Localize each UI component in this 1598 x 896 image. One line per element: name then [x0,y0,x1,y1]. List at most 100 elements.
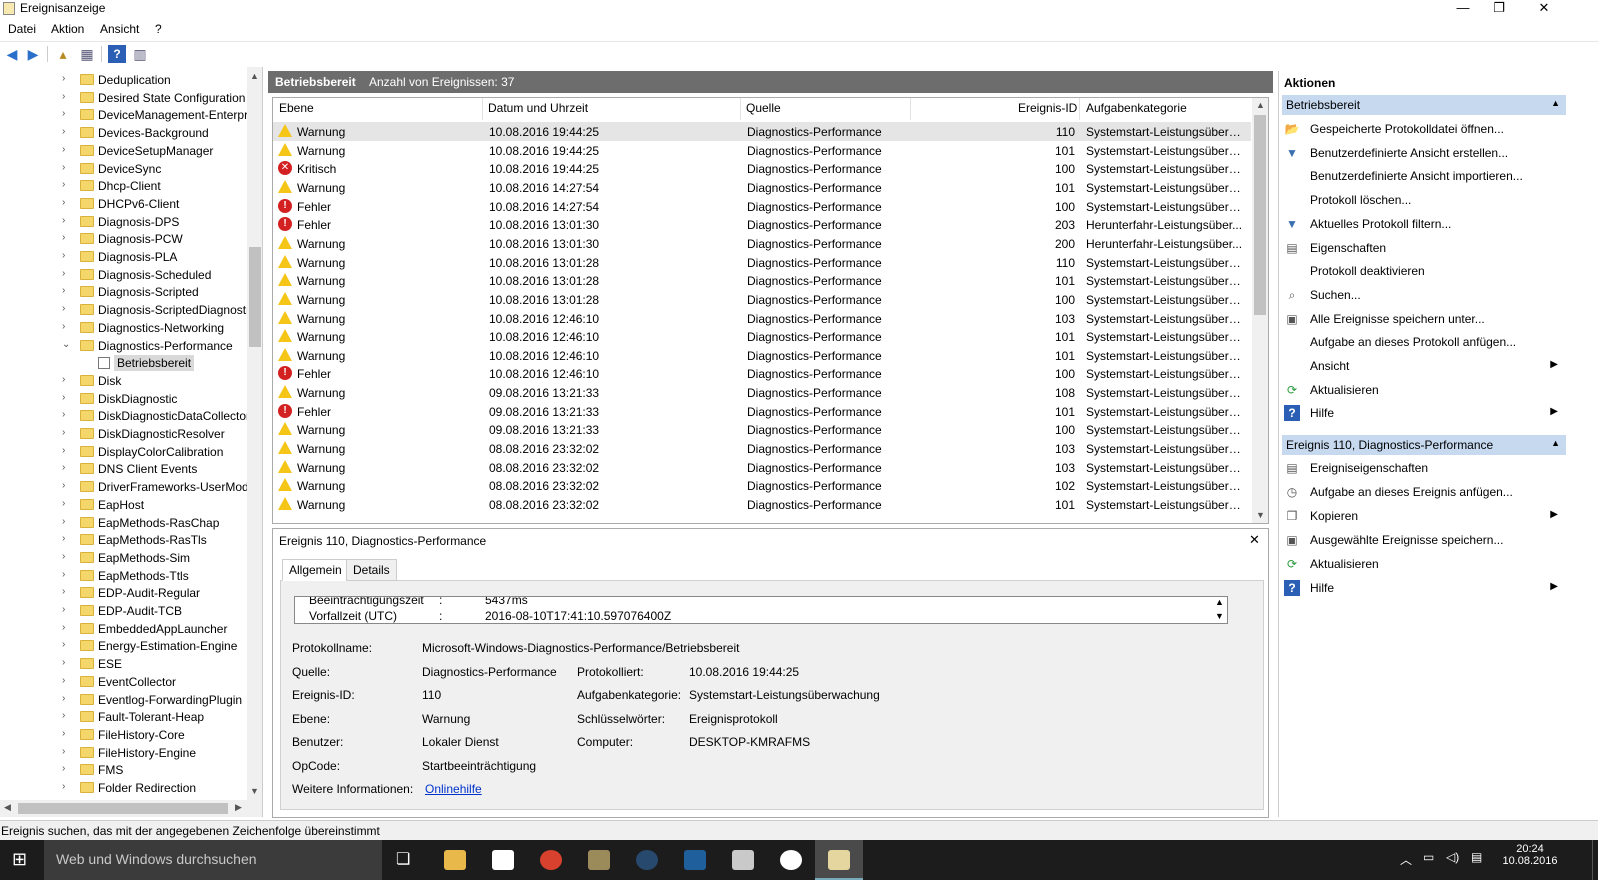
up-folder-icon[interactable]: ▴ [54,45,72,63]
scroll-left-icon[interactable]: ◀ [4,802,11,813]
action-item[interactable]: ▼ Aktuelles Protokoll filtern... [1282,213,1566,235]
table-row[interactable]: Warnung 08.08.2016 23:32:02 Diagnostics-Pe… [273,476,1251,495]
table-row[interactable]: Warnung 09.08.2016 13:21:33 Diagnostics-Pe… [273,420,1251,439]
chevron-right-icon[interactable]: › [62,268,65,279]
chevron-right-icon[interactable]: › [62,427,65,438]
show-desktop-button[interactable] [1592,840,1598,880]
tree-item[interactable]: › Diagnosis-PLA [0,248,248,266]
table-row[interactable]: ! Fehler 10.08.2016 14:27:54 Diagnostics-Pe… [273,197,1251,216]
onlinehilfe-link[interactable]: Onlinehilfe [425,782,482,796]
keyboard-icon[interactable]: ▤ [1471,850,1482,864]
chevron-right-icon[interactable]: › [62,462,65,473]
tree-scroll-thumb[interactable] [249,247,261,347]
table-row[interactable]: Warnung 10.08.2016 13:01:28 Diagnostics-Pe… [273,290,1251,309]
chevron-right-icon[interactable]: › [62,232,65,243]
action-item[interactable]: ▣ Ausgewählte Ereignisse speichern... [1282,529,1566,551]
tree-item[interactable]: › DHCPv6-Client [0,195,248,213]
list-scroll-up-icon[interactable]: ▲ [1256,100,1265,110]
tree-item[interactable]: › Eventlog-ForwardingPlugin [0,691,248,709]
list-scroll-thumb[interactable] [1254,115,1266,315]
action-item[interactable]: Benutzerdefinierte Ansicht importieren..… [1282,165,1566,187]
desc-scroll-down-icon[interactable]: ▼ [1215,611,1224,621]
chevron-right-icon[interactable]: › [62,162,65,173]
action-item[interactable]: ▤ Ereigniseigenschaften [1282,457,1566,479]
tree-item[interactable]: › Diagnosis-Scheduled [0,266,248,284]
event-description-box[interactable]: Beeinträchtigungszeit : 5437ms Vorfallze… [294,596,1228,624]
action-item[interactable]: Protokoll deaktivieren [1282,260,1566,282]
tree-item[interactable]: › DiskDiagnostic [0,390,248,408]
tree-item[interactable]: › Diagnosis-PCW [0,230,248,248]
section-betriebsbereit[interactable]: Betriebsbereit ▲ [1282,95,1566,115]
action-item[interactable]: 📂 Gespeicherte Protokolldatei öffnen... [1282,118,1566,140]
tree-item[interactable]: › EDP-Audit-TCB [0,602,248,620]
tree-item[interactable]: › EapHost [0,496,248,514]
column-aufgabenkategorie[interactable]: Aufgabenkategorie [1086,101,1187,115]
scroll-down-icon[interactable]: ▼ [250,786,259,796]
show-hide-tree-icon[interactable]: ▦ [78,45,96,63]
tree-item[interactable]: › DeviceSync [0,160,248,178]
table-row[interactable]: Warnung 10.08.2016 13:01:28 Diagnostics-Pe… [273,253,1251,272]
tree-item[interactable]: › EapMethods-RasChap [0,514,248,532]
chevron-right-icon[interactable]: › [62,374,65,385]
chevron-right-icon[interactable]: › [62,197,65,208]
menu-aktion[interactable]: Aktion [51,22,84,36]
chevron-right-icon[interactable]: › [62,409,65,420]
tree-item[interactable]: › FMS [0,761,248,779]
chevron-down-icon[interactable]: ⌄ [62,339,70,350]
chrome-icon[interactable] [540,850,562,870]
action-item[interactable]: Aufgabe an dieses Protokoll anfügen... [1282,331,1566,353]
chevron-right-icon[interactable]: › [62,781,65,792]
tree-item[interactable]: › Devices-Background [0,124,248,142]
chevron-right-icon[interactable]: › [62,144,65,155]
tree-item[interactable]: › Folder Redirection [0,779,248,797]
table-row[interactable]: ! Fehler 09.08.2016 13:21:33 Diagnostics-Pe… [273,402,1251,421]
tab-allgemein[interactable]: Allgemein [282,559,349,581]
tree-hscroll-thumb[interactable] [18,803,228,814]
app-clock-icon[interactable] [780,850,802,870]
tree-item[interactable]: › EmbeddedAppLauncher [0,620,248,638]
tree-item[interactable]: › EDP-Audit-Regular [0,584,248,602]
chevron-right-icon[interactable]: › [62,73,65,84]
tab-details[interactable]: Details [346,559,397,581]
windows-start-icon[interactable]: ⊞ [12,849,27,870]
chevron-right-icon[interactable]: › [62,215,65,226]
action-item[interactable]: ▼ Benutzerdefinierte Ansicht erstellen... [1282,142,1566,164]
action-item[interactable]: ⟳ Aktualisieren [1282,553,1566,575]
tree-vertical-scrollbar[interactable] [247,67,262,800]
chevron-right-icon[interactable]: › [62,303,65,314]
tree-item[interactable]: › ESE [0,655,248,673]
chevron-right-icon[interactable]: › [62,763,65,774]
app-gear-icon[interactable] [588,850,610,870]
collapse-icon[interactable]: ▲ [1551,438,1560,448]
table-row[interactable]: ! Fehler 10.08.2016 13:01:30 Diagnostics-Pe… [273,215,1251,234]
tree-item[interactable]: › Energy-Estimation-Engine [0,637,248,655]
chevron-right-icon[interactable]: › [62,533,65,544]
task-view-icon[interactable]: ❏ [396,849,410,869]
column-datum[interactable]: Datum und Uhrzeit [488,101,588,115]
tree-item[interactable]: › Desired State Configuration [0,89,248,107]
table-row[interactable]: Warnung 10.08.2016 13:01:30 Diagnostics-Pe… [273,234,1251,253]
chevron-right-icon[interactable]: › [62,657,65,668]
desc-scroll-up-icon[interactable]: ▲ [1215,597,1224,607]
help-icon[interactable]: ? [108,45,126,63]
tree-item[interactable]: › EapMethods-Sim [0,549,248,567]
tree-item[interactable]: › Diagnosis-Scripted [0,283,248,301]
column-ereignis-id[interactable]: Ereignis-ID [1018,101,1077,115]
chevron-right-icon[interactable]: › [62,639,65,650]
table-row[interactable]: Warnung 08.08.2016 23:32:02 Diagnostics-Pe… [273,458,1251,477]
chevron-right-icon[interactable]: › [62,622,65,633]
file-explorer-icon[interactable] [444,850,466,870]
tree-item[interactable]: › Fault-Tolerant-Heap [0,708,248,726]
table-row[interactable]: Warnung 09.08.2016 13:21:33 Diagnostics-Pe… [273,383,1251,402]
tree-item[interactable]: › Deduplication [0,71,248,89]
chevron-right-icon[interactable]: › [62,392,65,403]
menu-ansicht[interactable]: Ansicht [100,22,139,36]
scroll-up-icon[interactable]: ▲ [250,71,259,81]
action-item[interactable]: ◷ Aufgabe an dieses Ereignis anfügen... [1282,481,1566,503]
chevron-right-icon[interactable]: › [62,551,65,562]
forward-arrow-icon[interactable]: ▶ [24,45,42,63]
tree-item[interactable]: › Dhcp-Client [0,177,248,195]
action-item[interactable]: ? Hilfe ▶ [1282,577,1566,599]
chevron-right-icon[interactable]: › [62,480,65,491]
action-item[interactable]: ⌕ Suchen... [1282,284,1566,306]
